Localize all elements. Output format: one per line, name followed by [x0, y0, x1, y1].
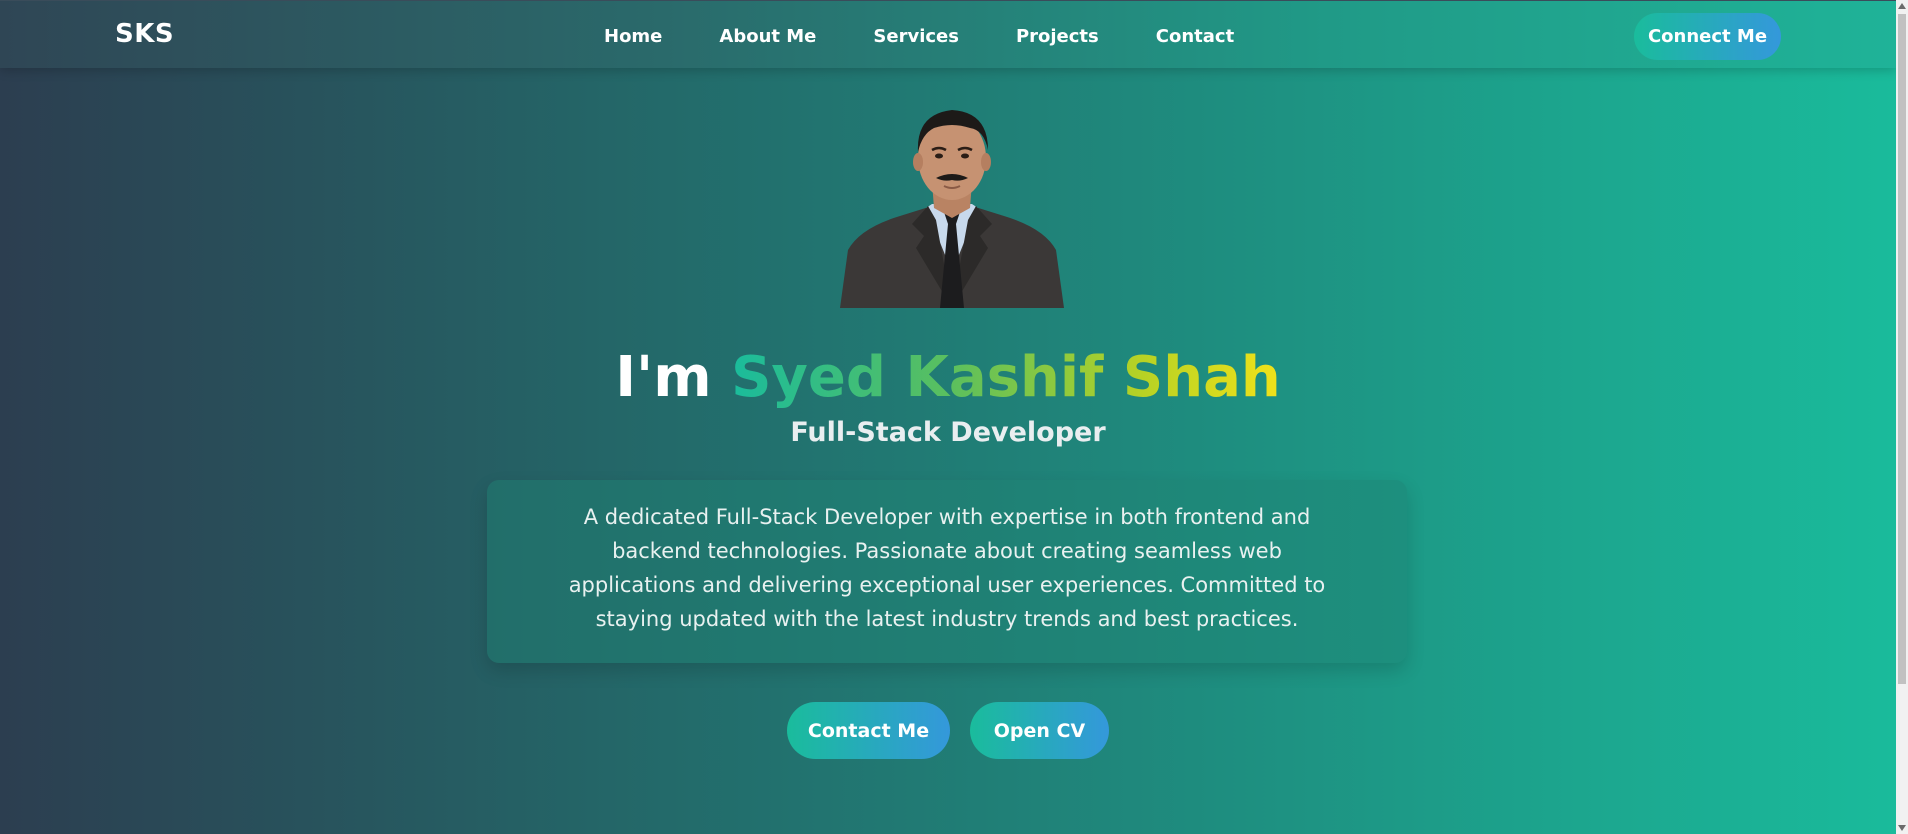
contact-me-button[interactable]: Contact Me — [787, 702, 950, 759]
profile-photo — [840, 110, 1064, 308]
scroll-up-icon[interactable] — [1898, 3, 1906, 9]
nav-home[interactable]: Home — [604, 26, 662, 47]
hero-title: I'm Syed Kashif Shah — [0, 343, 1896, 413]
nav-projects[interactable]: Projects — [1016, 26, 1099, 47]
connect-me-button[interactable]: Connect Me — [1634, 13, 1781, 60]
nav-contact[interactable]: Contact — [1156, 26, 1234, 47]
about-text: A dedicated Full-Stack Developer with ex… — [568, 505, 1326, 631]
scroll-thumb[interactable] — [1898, 14, 1906, 684]
nav-links: Home About Me Services Projects Contact — [604, 26, 1234, 47]
about-card: A dedicated Full-Stack Developer with ex… — [487, 480, 1407, 663]
scroll-down-icon[interactable] — [1898, 825, 1906, 831]
nav-services[interactable]: Services — [873, 26, 959, 47]
hero-title-name: Syed Kashif Shah — [731, 345, 1281, 410]
page: SKS Home About Me Services Projects Cont… — [0, 0, 1896, 834]
cta-row: Contact Me Open CV — [787, 702, 1109, 759]
vertical-scrollbar[interactable] — [1896, 0, 1908, 834]
hero-role: Full-Stack Developer — [790, 417, 1106, 448]
navbar: SKS Home About Me Services Projects Cont… — [0, 0, 1896, 68]
site-logo[interactable]: SKS — [115, 19, 174, 49]
hero-title-prefix: I'm — [615, 345, 712, 410]
nav-about[interactable]: About Me — [719, 26, 816, 47]
open-cv-button[interactable]: Open CV — [970, 702, 1109, 759]
